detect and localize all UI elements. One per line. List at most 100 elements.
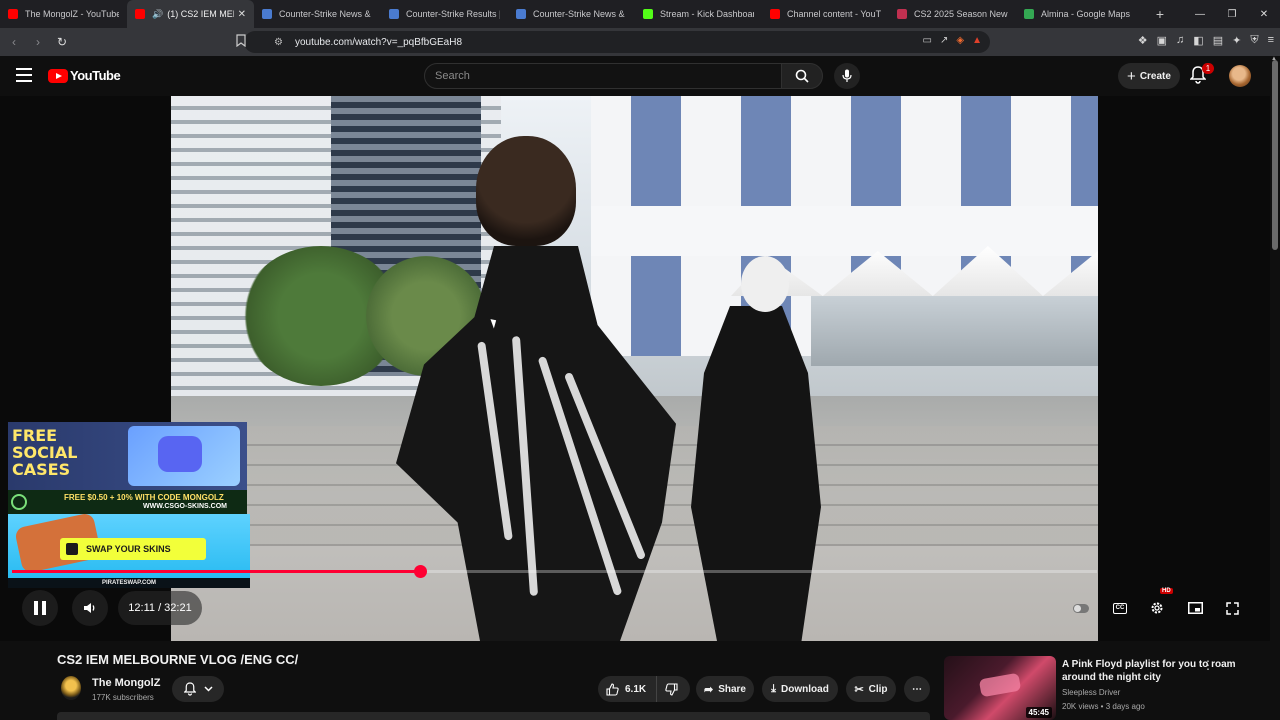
youtube-header: YouTube Search + Create 1 [0,56,1280,96]
sidebar-icon[interactable]: ◧ [1193,34,1203,47]
sponsor-logo-icon [11,494,27,510]
sponsor-overlay[interactable]: FREE SOCIAL CASES FREE $0.50 + 10% WITH … [8,422,250,588]
scrubber-handle[interactable] [413,565,427,578]
share-page-icon[interactable]: ↗ [940,35,948,46]
thumbs-down-icon [665,682,678,696]
screenshot-icon[interactable]: ▣ [1157,34,1167,47]
recommended-channel[interactable]: Sleepless Driver [1062,688,1120,697]
video-player[interactable]: FREE SOCIAL CASES FREE $0.50 + 10% WITH … [0,96,1270,641]
reload-icon[interactable]: ↻ [52,32,72,52]
scene-glass-wall [811,296,1098,366]
close-tab-icon[interactable]: ✕ [238,9,246,20]
address-bar[interactable]: ⚙ youtube.com/watch?v=_pqBfbGEaH8 ▭ ↗ ◈ … [236,31,990,53]
vpn-icon[interactable]: ⛨ [1250,34,1258,47]
browser-tab[interactable]: Counter-Strike Results | H [381,0,508,28]
back-icon[interactable]: ‹ [4,32,24,52]
browser-tab[interactable]: Stream - Kick Dashboard [635,0,762,28]
neon-sign [978,672,1022,698]
tab-title: Counter-Strike Results | H [406,9,500,19]
page-scrollbar[interactable] [1272,60,1278,250]
swap-icon [66,543,78,555]
search-input[interactable]: Search [424,63,782,89]
account-avatar[interactable] [1229,65,1251,87]
swap-cta[interactable]: SWAP YOUR SKINS [60,538,206,560]
tab-favicon-icon [8,9,18,19]
kebab-menu-icon[interactable]: ⋮ [1202,658,1214,672]
browser-tab[interactable]: Channel content - YouTub [762,0,889,28]
mute-button[interactable] [72,590,108,626]
sponsor-banner-code[interactable]: FREE $0.50 + 10% WITH CODE MONGOLZ WWW.C… [8,490,247,514]
progress-bar[interactable] [12,565,1097,578]
browser-tab[interactable]: Counter-Strike News & Co [254,0,381,28]
youtube-play-logo-icon [48,68,68,83]
like-button[interactable]: 6.1K [598,676,658,702]
guide-menu-icon[interactable] [16,68,32,82]
channel-avatar[interactable] [61,676,81,700]
channel-name[interactable]: The MongolZ [92,677,160,689]
tab-favicon-icon [897,9,907,19]
youtube-logo[interactable]: YouTube [48,68,121,83]
tab-title: Counter-Strike News & Co [279,9,373,19]
media-icon[interactable]: ♫ [1176,34,1184,47]
tab-title: Almina - Google Maps [1041,9,1131,19]
description-box[interactable] [57,712,930,720]
new-tab-button[interactable]: + [1149,6,1171,22]
close-window-button[interactable]: ✕ [1248,0,1280,28]
clip-button[interactable]: ✂ Clip [846,676,896,702]
tab-favicon-icon [262,9,272,19]
tab-audio-icon[interactable]: 🔊 [152,9,163,20]
more-actions-button[interactable]: ⋯ [904,676,930,702]
ai-icon[interactable]: ✦ [1232,34,1241,47]
tab-favicon-icon [389,9,399,19]
recommended-title[interactable]: A Pink Floyd playlist for you to roam ar… [1062,658,1242,684]
tab-favicon-icon [643,9,653,19]
create-button[interactable]: + Create [1118,63,1180,89]
search-button[interactable] [781,63,823,89]
tab-strip: The MongolZ - YouTube 🔊 (1) CS2 IEM MELBOU… [0,0,1143,28]
restore-button[interactable]: ❐ [1216,0,1248,28]
video-frame[interactable] [171,96,1098,641]
minimize-button[interactable]: — [1184,0,1216,28]
autoplay-toggle[interactable] [1069,596,1093,620]
subscription-bell-button[interactable] [172,676,224,702]
browser-tab[interactable]: Counter-Strike News & Co [508,0,635,28]
recommended-thumbnail[interactable]: 45:45 [944,656,1056,720]
search-icon [795,69,809,83]
fullscreen-button[interactable] [1220,596,1244,620]
bookmark-icon[interactable] [236,34,250,50]
progress-played [12,570,420,573]
sponsor-banner-swap[interactable]: SWAP YOUR SKINS PIRATESWAP.COM [8,512,250,588]
browser-tab[interactable]: 🔊 (1) CS2 IEM MELBOU ✕ [127,0,254,28]
like-dislike-group: 6.1K [598,676,690,702]
settings-button[interactable] [1145,596,1169,620]
recommended-video[interactable]: 45:45 A Pink Floyd playlist for you to r… [944,656,1264,720]
download-button[interactable]: ⤓ Download [762,676,838,702]
menu-icon[interactable]: ≡ [1268,34,1274,47]
share-button[interactable]: ➦ Share [696,676,754,702]
time-display: 12:11 / 32:21 [118,591,202,625]
forward-icon[interactable]: › [28,32,48,52]
volume-icon [84,603,95,613]
subtitles-button[interactable]: CC [1108,596,1132,620]
browser-tab[interactable]: The MongolZ - YouTube [0,0,127,28]
url-text[interactable]: youtube.com/watch?v=_pqBfbGEaH8 [295,37,462,48]
cast-icon[interactable]: ▭ [923,35,932,46]
extensions-icon[interactable]: ❖ [1138,34,1148,47]
notifications-button[interactable]: 1 [1189,63,1214,86]
tab-title: The MongolZ - YouTube [25,9,119,19]
voice-search-button[interactable] [834,63,860,89]
brave-shield-icon[interactable]: ◈ [956,35,964,46]
browser-tab[interactable]: Almina - Google Maps [1016,0,1143,28]
sponsor-banner-cases[interactable]: FREE SOCIAL CASES [8,422,247,490]
tab-title: Channel content - YouTub [787,9,881,19]
download-label: Download [781,683,829,695]
dislike-button[interactable] [657,682,686,696]
rewards-icon[interactable]: ▲ [972,35,982,46]
extensions-area: ❖ ▣ ♫ ◧ ▤ ✦ ⛨ ≡ [1138,34,1274,47]
wallet-icon[interactable]: ▤ [1213,34,1223,47]
pause-button[interactable] [22,590,58,626]
site-info-icon[interactable]: ⚙ [274,37,283,48]
miniplayer-button[interactable] [1183,596,1207,620]
fullscreen-icon [1225,601,1239,615]
browser-tab[interactable]: CS2 2025 Season New Be [889,0,1016,28]
